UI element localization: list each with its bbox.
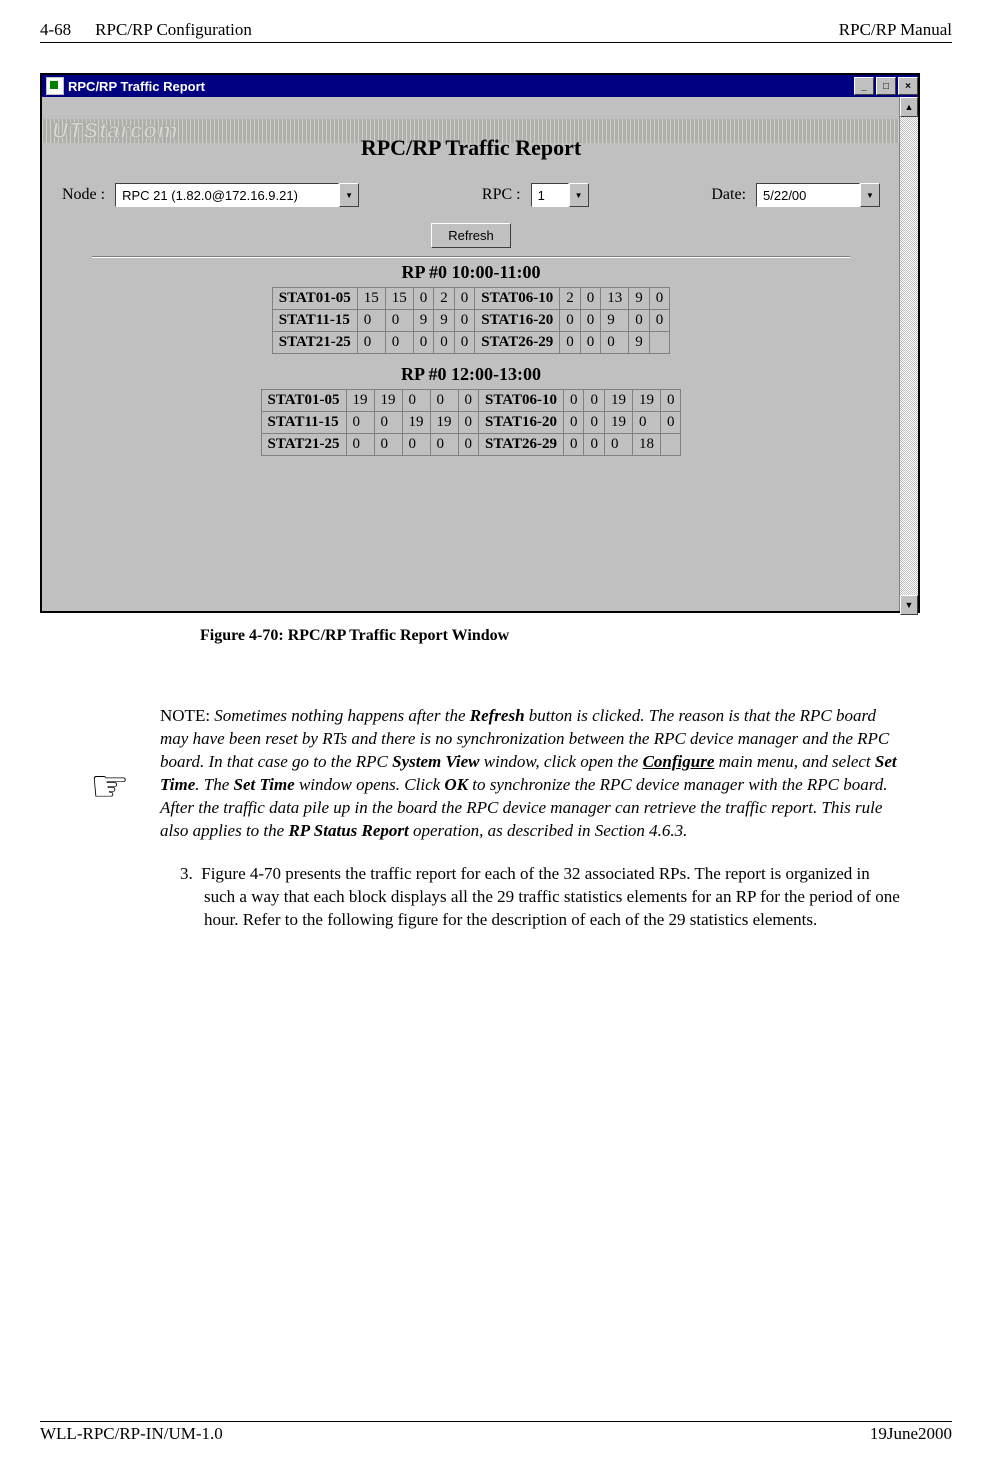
page-header: 4-68 RPC/RP Configuration RPC/RP Manual	[40, 20, 952, 43]
table-row: STAT11-150019190STAT16-20001900	[261, 412, 681, 434]
traffic-report-window: RPC/RP Traffic Report _ □ × UTStarcom RP…	[40, 73, 920, 613]
stat-table: STAT01-051515020STAT06-10201390STAT11-15…	[272, 287, 670, 354]
table-row: STAT21-2500000STAT26-2900018	[261, 434, 681, 456]
chevron-down-icon[interactable]: ▼	[860, 183, 880, 207]
filter-row: Node : RPC 21 (1.82.0@172.16.9.21) ▼ RPC…	[62, 183, 880, 207]
date-label: Date:	[711, 186, 746, 204]
manual-title: RPC/RP Manual	[839, 20, 952, 40]
table-row: STAT21-2500000STAT26-290009	[272, 332, 669, 354]
page-footer: WLL-RPC/RP-IN/UM-1.0 19June2000	[40, 1421, 952, 1444]
close-button[interactable]: ×	[898, 77, 918, 95]
pointing-hand-icon: ☞	[90, 765, 129, 809]
footer-date: 19June2000	[870, 1424, 952, 1444]
table-row: STAT11-1500990STAT16-2000900	[272, 310, 669, 332]
maximize-button[interactable]: □	[876, 77, 896, 95]
vertical-scrollbar[interactable]: ▲ ▼	[899, 97, 918, 611]
chevron-down-icon[interactable]: ▼	[569, 183, 589, 207]
node-label: Node :	[62, 186, 105, 204]
rpc-value: 1	[531, 183, 569, 207]
step-3-paragraph: 3. Figure 4-70 presents the traffic repo…	[180, 863, 902, 932]
doc-id: WLL-RPC/RP-IN/UM-1.0	[40, 1424, 223, 1444]
table-row: STAT01-051515020STAT06-10201390	[272, 288, 669, 310]
node-value: RPC 21 (1.82.0@172.16.9.21)	[115, 183, 339, 207]
report-heading: RPC/RP Traffic Report	[62, 135, 880, 161]
figure-caption: Figure 4-70: RPC/RP Traffic Report Windo…	[200, 627, 952, 645]
date-value: 5/22/00	[756, 183, 860, 207]
scroll-down-icon[interactable]: ▼	[900, 595, 918, 615]
rpc-label: RPC :	[482, 186, 521, 204]
node-combo[interactable]: RPC 21 (1.82.0@172.16.9.21) ▼	[115, 183, 359, 207]
minimize-button[interactable]: _	[854, 77, 874, 95]
page-number: 4-68	[40, 20, 71, 40]
table-row: STAT01-051919000STAT06-100019190	[261, 390, 681, 412]
block-title: RP #0 10:00-11:00	[62, 262, 880, 283]
stat-table: STAT01-051919000STAT06-100019190STAT11-1…	[261, 389, 682, 456]
window-title: RPC/RP Traffic Report	[68, 79, 205, 94]
section-title: RPC/RP Configuration	[95, 20, 252, 40]
window-titlebar: RPC/RP Traffic Report _ □ ×	[42, 75, 918, 97]
date-combo[interactable]: 5/22/00 ▼	[756, 183, 880, 207]
refresh-button[interactable]: Refresh	[431, 223, 511, 248]
scroll-up-icon[interactable]: ▲	[900, 97, 918, 117]
block-title: RP #0 12:00-13:00	[62, 364, 880, 385]
rpc-combo[interactable]: 1 ▼	[531, 183, 589, 207]
divider	[92, 256, 850, 258]
chevron-down-icon[interactable]: ▼	[339, 183, 359, 207]
app-icon	[46, 77, 64, 95]
note-paragraph: NOTE: Sometimes nothing happens after th…	[160, 705, 902, 843]
